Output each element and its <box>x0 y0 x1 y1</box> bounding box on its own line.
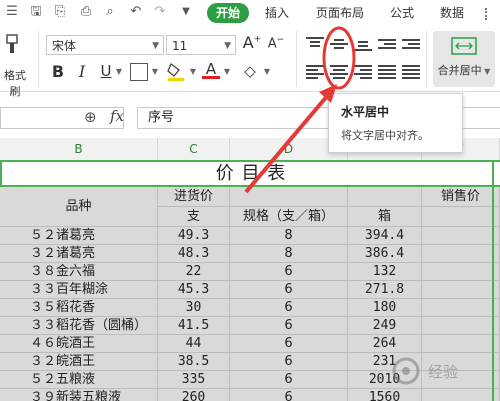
watermark-logo-icon <box>392 357 420 385</box>
highlight-ellipse <box>322 26 356 90</box>
annotation-arrow <box>244 93 330 194</box>
watermark: 经验 <box>388 353 498 393</box>
annotation-overlay <box>244 26 356 194</box>
watermark-text: 经验 <box>428 363 459 381</box>
